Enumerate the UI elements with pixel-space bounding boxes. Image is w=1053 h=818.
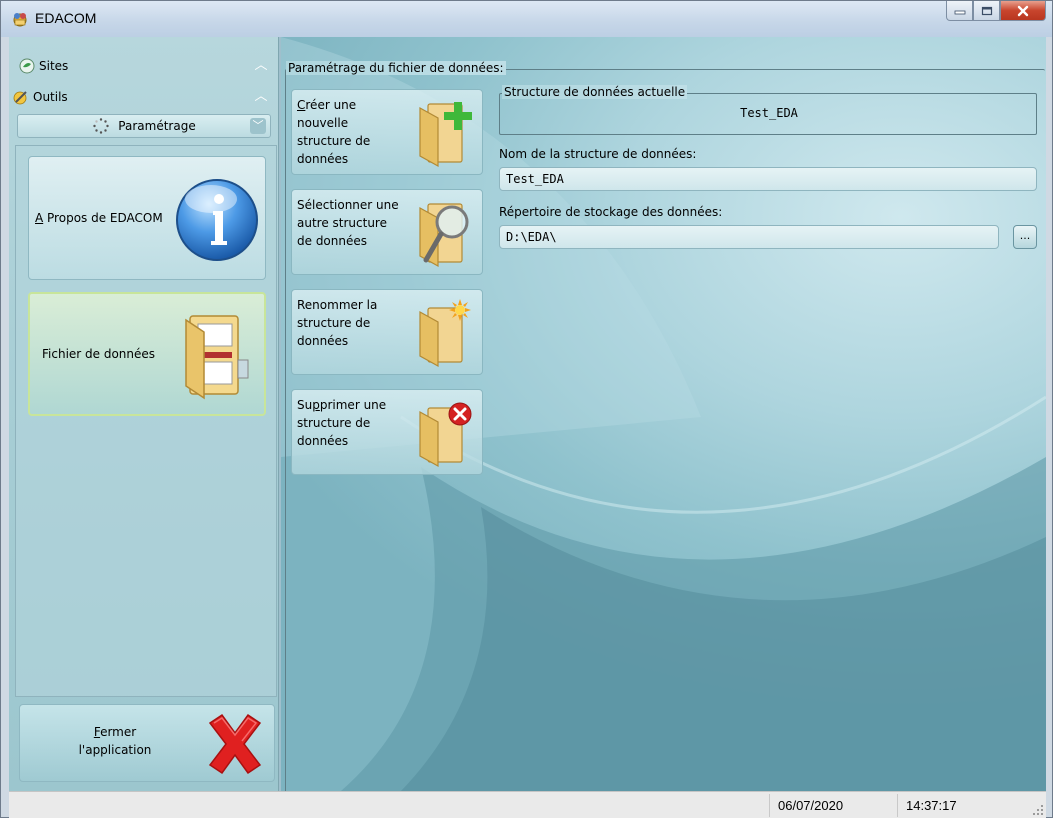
current-structure-value: Test_EDA (740, 106, 798, 120)
nav-tile-list: A Propos de EDACOM Fichier de données (15, 145, 277, 697)
close-line-1-text: ermer (100, 725, 137, 739)
chevron-down-icon[interactable]: ﹀ (250, 118, 266, 134)
select-line-3: de données (297, 234, 368, 248)
settings-spinner-icon (93, 118, 109, 134)
window-title: EDACOM (35, 10, 97, 26)
delete-line-2: structure de (297, 416, 371, 430)
folder-rename-icon (419, 299, 471, 368)
resize-grip-icon[interactable] (1032, 804, 1044, 816)
minimize-button[interactable] (946, 1, 973, 21)
structure-name-label: Nom de la structure de données: (499, 147, 697, 161)
content-pane: Paramétrage du fichier de données: Créer… (281, 37, 1046, 791)
status-bar: 06/07/2020 14:37:17 (9, 791, 1046, 818)
folder-add-icon (419, 102, 472, 168)
chevron-up-icon[interactable]: ︿ (253, 89, 269, 105)
parametrage-label: Paramétrage (118, 119, 196, 133)
data-file-settings-title: Paramétrage du fichier de données: (286, 61, 506, 75)
delete-line-1-start: Su (297, 398, 313, 412)
current-structure-title: Structure de données actuelle (502, 85, 688, 99)
current-structure-group: Structure de données actuelle Test_EDA (499, 85, 1037, 135)
select-line-1: Sélectionner une (297, 198, 399, 212)
nav-tile-about[interactable]: A Propos de EDACOM (28, 156, 266, 280)
close-line-1: Fermer (70, 723, 160, 741)
select-line-2: autre structure (297, 216, 387, 230)
app-icon (13, 13, 27, 27)
storage-directory-label: Répertoire de stockage des données: (499, 205, 723, 219)
app-window: EDACOM Sites ︿ Outils ︿ Paramétrage ﹀ A … (0, 0, 1053, 818)
create-line-1: Créer une (297, 96, 409, 114)
select-structure-label: Sélectionner une autre structure de donn… (297, 196, 409, 250)
select-structure-button[interactable]: Sélectionner une autre structure de donn… (291, 189, 483, 275)
delete-line-3: données (297, 434, 349, 448)
rename-structure-button[interactable]: Renommer la structure de données (291, 289, 483, 375)
rename-line-1: Renommer la (297, 298, 378, 312)
browse-directory-button[interactable]: ... (1013, 225, 1037, 249)
folder-delete-icon (419, 402, 472, 468)
close-application-button[interactable]: Fermer l'application (19, 704, 275, 782)
client-area: Sites ︿ Outils ︿ Paramétrage ﹀ A Propos … (9, 37, 1046, 791)
close-application-label: Fermer l'application (70, 723, 160, 759)
navigation-pane: Sites ︿ Outils ︿ Paramétrage ﹀ A Propos … (9, 37, 279, 791)
delete-structure-button[interactable]: Supprimer une structure de données (291, 389, 483, 475)
close-line-2: l'application (78, 743, 152, 757)
data-file-label: Fichier de données (42, 347, 156, 361)
folder-search-icon (419, 203, 469, 268)
rename-line-3: données (297, 334, 349, 348)
rename-line-2: structure de (297, 316, 371, 330)
close-icon (1017, 5, 1029, 16)
delete-line-1-end: primer une (319, 398, 387, 412)
create-line-1-text: réer une (305, 98, 357, 112)
create-line-4: données (297, 152, 349, 166)
structure-name-field[interactable]: Test_EDA (499, 167, 1037, 191)
nav-item-parametrage[interactable]: Paramétrage ﹀ (17, 114, 271, 138)
maximize-button[interactable] (973, 1, 1000, 21)
rename-structure-label: Renommer la structure de données (297, 296, 409, 350)
delete-structure-label: Supprimer une structure de données (297, 396, 409, 450)
storage-directory-field[interactable]: D:\EDA\ (499, 225, 999, 249)
title-bar[interactable]: EDACOM (1, 1, 1052, 37)
data-folder-icon (185, 315, 249, 400)
sites-label: Sites (39, 59, 69, 73)
red-x-icon (208, 713, 262, 775)
nav-group-sites[interactable]: Sites ︿ (9, 53, 279, 79)
status-time: 14:37:17 (897, 794, 1025, 817)
nav-group-outils[interactable]: Outils ︿ (9, 84, 279, 110)
create-line-3: structure de (297, 134, 371, 148)
outils-label: Outils (33, 90, 68, 104)
about-label-text: Propos de EDACOM (43, 211, 163, 225)
create-line-2: nouvelle (297, 116, 349, 130)
delete-accelerator: p (312, 398, 320, 412)
sites-icon (19, 58, 35, 74)
chevron-up-icon[interactable]: ︿ (253, 58, 269, 74)
nav-tile-data-file[interactable]: Fichier de données (28, 292, 266, 416)
delete-line-1: Supprimer une (297, 396, 409, 414)
close-window-button[interactable] (1000, 1, 1046, 21)
tools-icon (13, 91, 27, 105)
minimize-icon (954, 10, 965, 14)
status-date: 06/07/2020 (769, 794, 897, 817)
info-icon (176, 179, 258, 261)
maximize-icon (981, 6, 992, 15)
about-label-accelerator: A (35, 211, 44, 225)
about-label: A Propos de EDACOM (35, 211, 163, 225)
create-structure-button[interactable]: Créer une nouvelle structure de données (291, 89, 483, 175)
create-structure-label: Créer une nouvelle structure de données (297, 96, 409, 168)
